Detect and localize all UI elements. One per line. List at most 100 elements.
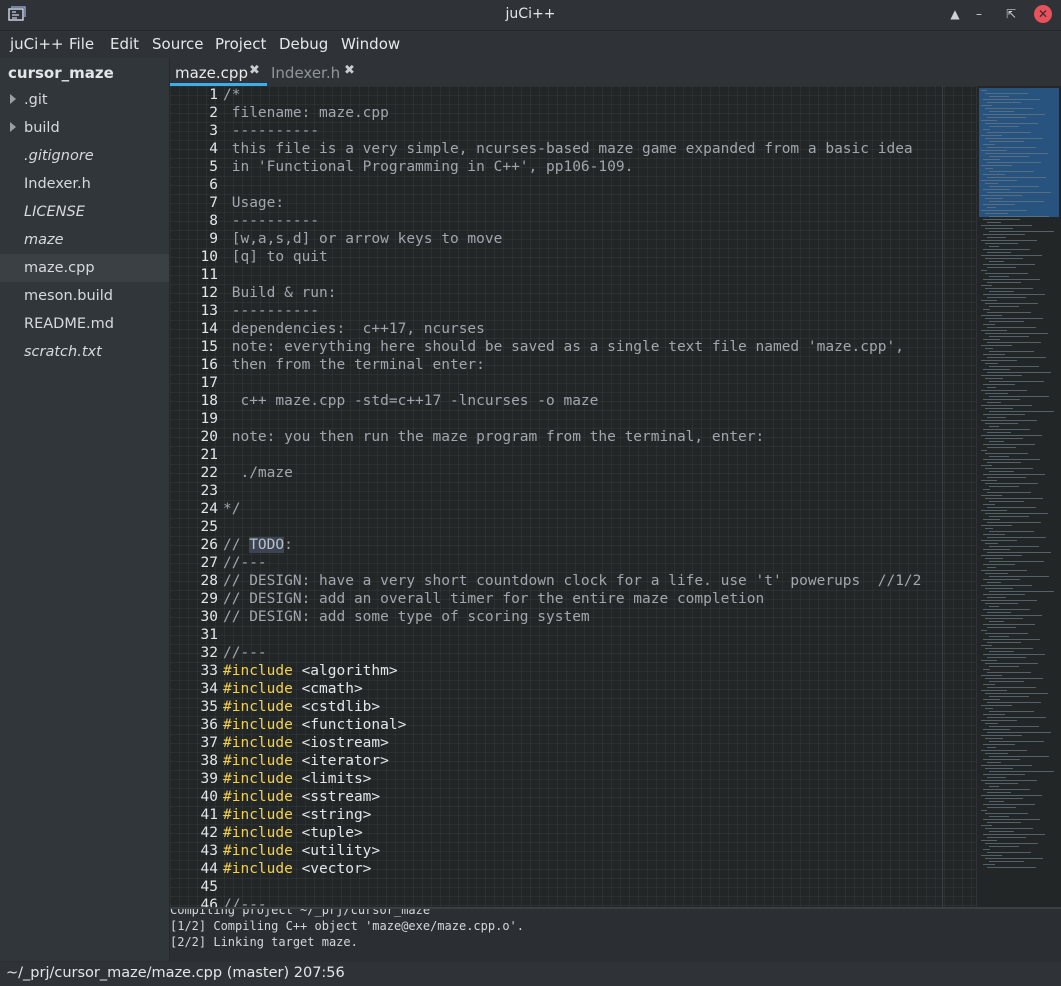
minimap-line (987, 117, 1026, 118)
tab-indexer-h[interactable]: Indexer.h ✖ (266, 58, 361, 86)
code-text: note: you then run the maze program from… (223, 429, 765, 445)
minimap-line (989, 861, 1024, 862)
minimap-line (985, 783, 1018, 784)
minimap-line (983, 114, 1045, 115)
minimap-line (983, 279, 1040, 280)
minimap-line (981, 390, 1027, 391)
code-line: 16 then from the terminal enter: (170, 356, 976, 374)
menu-edit[interactable]: Edit (110, 35, 139, 53)
tree-item-meson-build[interactable]: meson.build (0, 282, 169, 310)
tab-close-icon[interactable]: ✖ (249, 63, 260, 78)
minimap-line (985, 198, 1003, 199)
minimap-line (987, 432, 1011, 433)
minimap-line (985, 123, 1038, 124)
minimap-line (989, 126, 1019, 127)
title-bar: juCi++ ▲ – ⇱ ✕ (0, 0, 1061, 31)
menu-debug[interactable]: Debug (279, 35, 328, 53)
menu-window[interactable]: Window (341, 35, 400, 53)
code-line: 7 Usage: (170, 194, 976, 212)
menu-bar: juCi++ File Edit Source Project Debug Wi… (0, 31, 1061, 58)
minimap-line (981, 540, 1017, 541)
minimize-icon[interactable]: – (970, 5, 988, 23)
minimap-line (989, 111, 1014, 112)
tree-item-scratch[interactable]: scratch.txt (0, 338, 169, 366)
code-line: 36 #include <functional> (170, 716, 976, 734)
close-icon[interactable]: ✕ (1034, 5, 1052, 23)
code-text: #include <iterator> (223, 752, 389, 770)
project-name[interactable]: cursor_maze (8, 64, 114, 82)
minimap-line (987, 192, 1051, 193)
terminal-panel[interactable]: Compiling project ~/_prj/cursor_maze [1/… (170, 907, 1061, 963)
minimap-line (987, 582, 1001, 583)
minimap-line (981, 750, 1027, 751)
code-line: 1 /* (170, 86, 976, 104)
code-text: Usage: (223, 195, 285, 211)
minimap-line (983, 429, 1030, 430)
minimap-line (987, 162, 1041, 163)
minimap-line (989, 621, 1004, 622)
line-number: 8 (209, 213, 218, 229)
code-text: */ (223, 501, 241, 517)
minimap-line (985, 843, 1038, 844)
terminal-line: [1/2] Compiling C++ object 'maze@exe/maz… (170, 919, 525, 933)
tree-item-git[interactable]: .git (0, 86, 169, 114)
minimap-line (983, 654, 1045, 655)
minimap-line (989, 546, 1039, 547)
expand-arrow-icon[interactable] (10, 94, 16, 104)
minimap-line (989, 726, 1039, 727)
minimap-line (983, 474, 1045, 475)
minimap-line (985, 393, 1008, 394)
minimap-line (989, 786, 999, 787)
tree-item-license[interactable]: LICENSE (0, 198, 169, 226)
line-number: 14 (200, 321, 218, 337)
menu-jucipp[interactable]: juCi++ (10, 35, 63, 53)
include-header: <utility> (292, 843, 381, 859)
tree-item-maze-cpp[interactable]: maze.cpp (0, 254, 169, 282)
tree-item-readme[interactable]: README.md (0, 310, 169, 338)
minimap-line (981, 720, 1017, 721)
minimap-line (985, 708, 993, 709)
menu-project[interactable]: Project (215, 35, 266, 53)
line-number: 17 (200, 375, 218, 391)
minimap-line (987, 672, 1031, 673)
code-line: 44 #include <vector> (170, 860, 976, 878)
include-header: <limits> (292, 771, 372, 787)
line-number: 40 (200, 789, 218, 805)
minimap-line (983, 99, 1040, 100)
tab-maze-cpp[interactable]: maze.cpp ✖ (170, 58, 267, 86)
minimap-line (983, 549, 1010, 550)
minimap-line (987, 477, 1026, 478)
include-header: <functional> (292, 717, 407, 733)
expand-arrow-icon[interactable] (10, 122, 16, 132)
tab-close-icon[interactable]: ✖ (344, 63, 355, 78)
minimap-line (985, 813, 1028, 814)
tree-item-maze[interactable]: maze (0, 226, 169, 254)
line-number: 37 (200, 735, 218, 751)
tree-item-gitignore[interactable]: .gitignore (0, 142, 169, 170)
menu-source[interactable]: Source (152, 35, 204, 53)
code-text: #include <cstdlib> (223, 698, 380, 716)
include-header: <cmath> (292, 681, 363, 697)
minimap-line (981, 210, 1027, 211)
minimap[interactable] (976, 86, 1061, 907)
minimap-line (987, 207, 996, 208)
minimap-line (985, 213, 1008, 214)
status-text: ~/_prj/cursor_maze/maze.cpp (master) 207… (6, 965, 345, 981)
minimap-line (985, 603, 1018, 604)
minimap-line (987, 792, 1011, 793)
code-line: 41 #include <string> (170, 806, 976, 824)
line-number: 15 (200, 339, 218, 355)
code-line: 15 note: everything here should be saved… (170, 338, 976, 356)
minimap-line (989, 411, 1054, 412)
tree-item-build[interactable]: build (0, 114, 169, 142)
keep-above-icon[interactable]: ▲ (946, 5, 964, 23)
tree-item-indexer-h[interactable]: Indexer.h (0, 170, 169, 198)
code-text: #include <sstream> (223, 788, 380, 806)
restore-icon[interactable]: ⇱ (1002, 5, 1020, 23)
minimap-line (989, 771, 1054, 772)
minimap-line (983, 519, 1000, 520)
minimap-line (985, 333, 1048, 334)
code-editor[interactable]: 1/* 2 filename: maze.cpp 3 ---------- 4 thi… (170, 86, 976, 907)
minimap-line (983, 699, 1000, 700)
menu-file[interactable]: File (69, 35, 94, 53)
